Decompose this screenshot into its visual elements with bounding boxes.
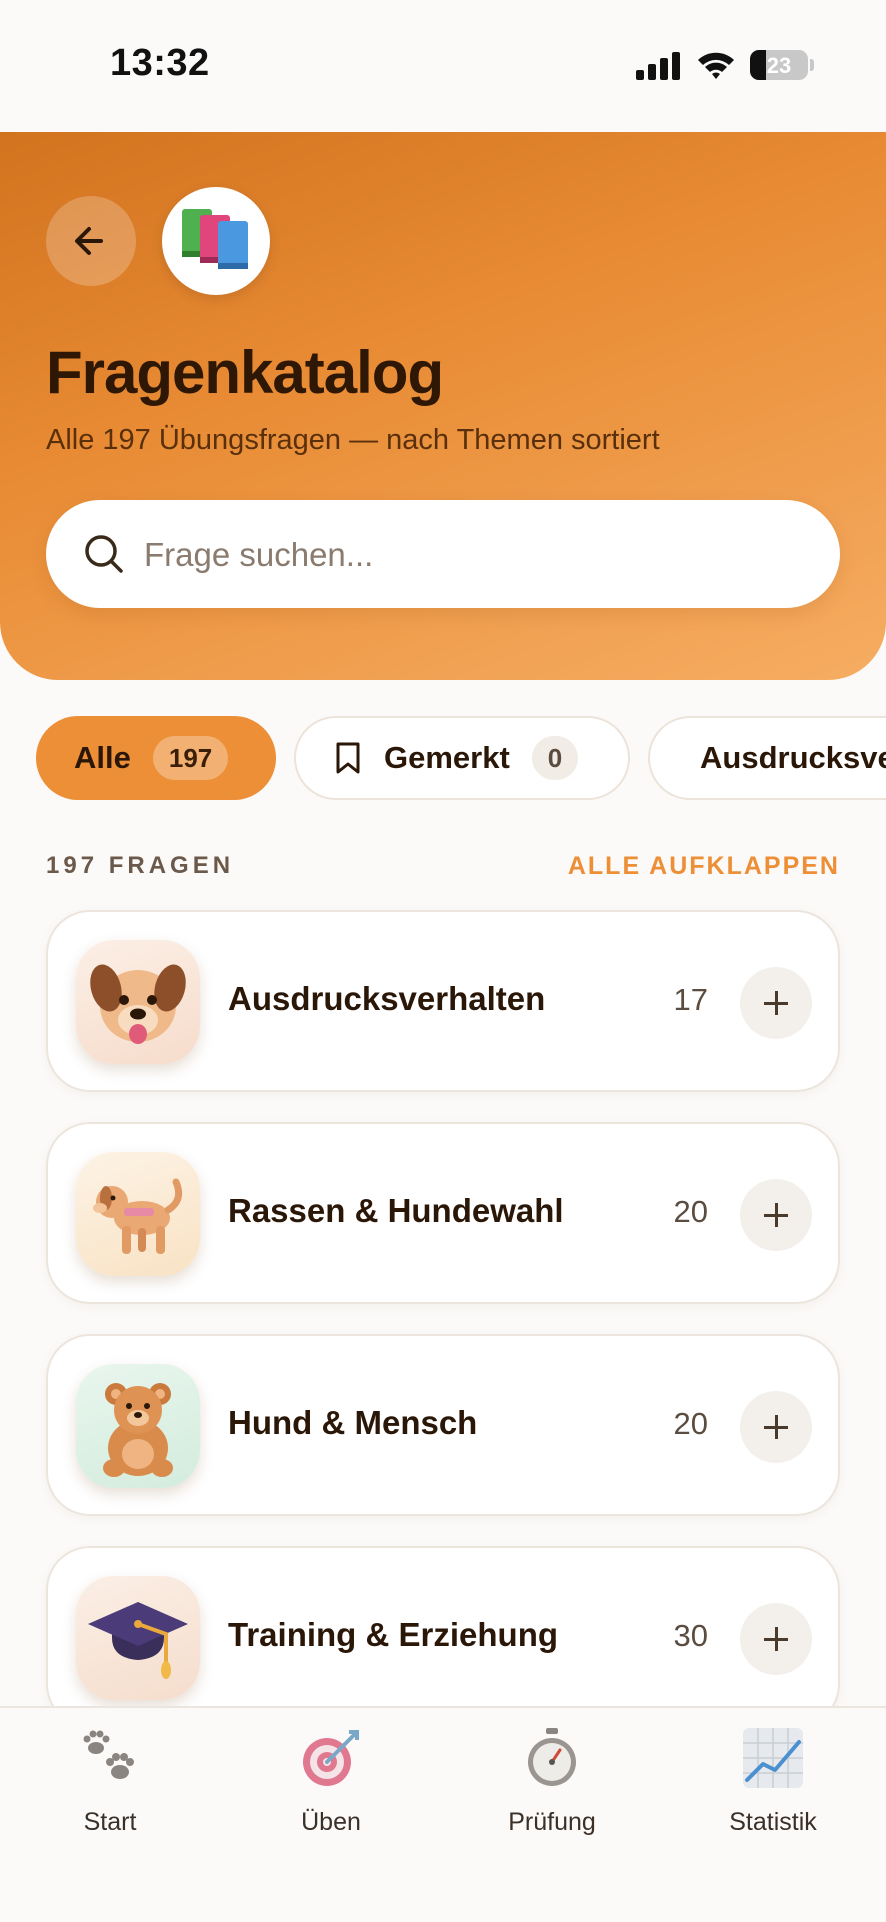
expand-plus-icon[interactable] xyxy=(740,1179,812,1251)
filter-chip-expression[interactable]: Ausdrucksverhalten xyxy=(648,716,886,800)
topic-count: 20 xyxy=(673,1406,708,1441)
search-input[interactable] xyxy=(142,522,806,588)
expand-plus-icon[interactable] xyxy=(740,967,812,1039)
stopwatch-icon xyxy=(528,1728,576,1786)
chip-label: Gemerkt xyxy=(384,740,510,775)
topic-count: 17 xyxy=(673,982,708,1017)
arrow-left-icon xyxy=(75,227,103,255)
paw-prints-icon xyxy=(83,1730,134,1779)
nav-item-exam[interactable]: Prüfung xyxy=(462,1726,642,1837)
topic-title: Hund & Mensch xyxy=(228,1404,478,1441)
chip-count: 0 xyxy=(531,736,579,780)
filter-chips: Alle 197 Gemerkt 0 Ausdrucksverhalten xyxy=(0,716,886,802)
topic-title: Training & Erziehung xyxy=(228,1616,559,1653)
nav-label: Prüfung xyxy=(508,1808,596,1836)
dog-face-icon xyxy=(76,940,200,1064)
bookmark-icon xyxy=(336,742,360,774)
topic-card[interactable]: Training & Erziehung 30 xyxy=(46,1546,840,1728)
teddy-bear-icon xyxy=(76,1364,200,1488)
books-icon xyxy=(162,187,270,295)
expand-all-button[interactable]: ALLE AUFKLAPPEN xyxy=(568,852,840,881)
catalog-header: Fragenkatalog Alle 197 Übungsfragen — na… xyxy=(0,132,886,680)
status-bar: 13:32 23 xyxy=(0,0,886,132)
graduation-cap-icon xyxy=(76,1576,200,1700)
search-icon xyxy=(85,535,123,573)
filter-chip-all[interactable]: Alle 197 xyxy=(36,716,276,800)
wifi-icon xyxy=(698,52,734,79)
cellular-signal-icon xyxy=(636,52,682,80)
nav-label: Statistik xyxy=(729,1808,817,1836)
topic-count: 30 xyxy=(673,1618,708,1653)
battery-level: 23 xyxy=(766,53,792,78)
topic-count: 20 xyxy=(673,1194,708,1229)
topic-card[interactable]: Rassen & Hundewahl 20 xyxy=(46,1122,840,1304)
back-button[interactable] xyxy=(46,196,136,286)
target-icon xyxy=(303,1730,359,1786)
filter-chip-saved[interactable]: Gemerkt 0 xyxy=(294,716,630,800)
page-subtitle: Alle 197 Übungsfragen — nach Themen sort… xyxy=(46,424,660,456)
chip-label: Ausdrucksverhalten xyxy=(700,740,886,775)
battery-tip xyxy=(810,59,814,71)
topic-title: Rassen & Hundewahl xyxy=(228,1192,564,1229)
chart-icon xyxy=(743,1728,803,1788)
chip-label: Alle xyxy=(74,740,131,775)
expand-plus-icon[interactable] xyxy=(740,1603,812,1675)
search-bar[interactable] xyxy=(46,500,840,608)
nav-label: Üben xyxy=(301,1808,361,1836)
battery-icon: 23 xyxy=(750,50,808,80)
nav-item-practice[interactable]: Üben xyxy=(241,1726,421,1837)
expand-plus-icon[interactable] xyxy=(740,1391,812,1463)
nav-item-statistics[interactable]: Statistik xyxy=(683,1726,863,1837)
nav-item-start[interactable]: Start xyxy=(20,1726,200,1837)
status-time: 13:32 xyxy=(110,42,210,84)
dog-icon xyxy=(76,1152,200,1276)
questions-count-label: 197 FRAGEN xyxy=(46,852,235,879)
bottom-navigation: Start Üben Prüfung Statistik xyxy=(0,1706,886,1922)
topic-card[interactable]: Hund & Mensch 20 xyxy=(46,1334,840,1516)
chip-count: 197 xyxy=(152,736,229,780)
nav-label: Start xyxy=(83,1808,137,1836)
topic-card[interactable]: Ausdrucksverhalten 17 xyxy=(46,910,840,1092)
page-title: Fragenkatalog xyxy=(46,339,444,406)
topic-title: Ausdrucksverhalten xyxy=(228,980,546,1017)
